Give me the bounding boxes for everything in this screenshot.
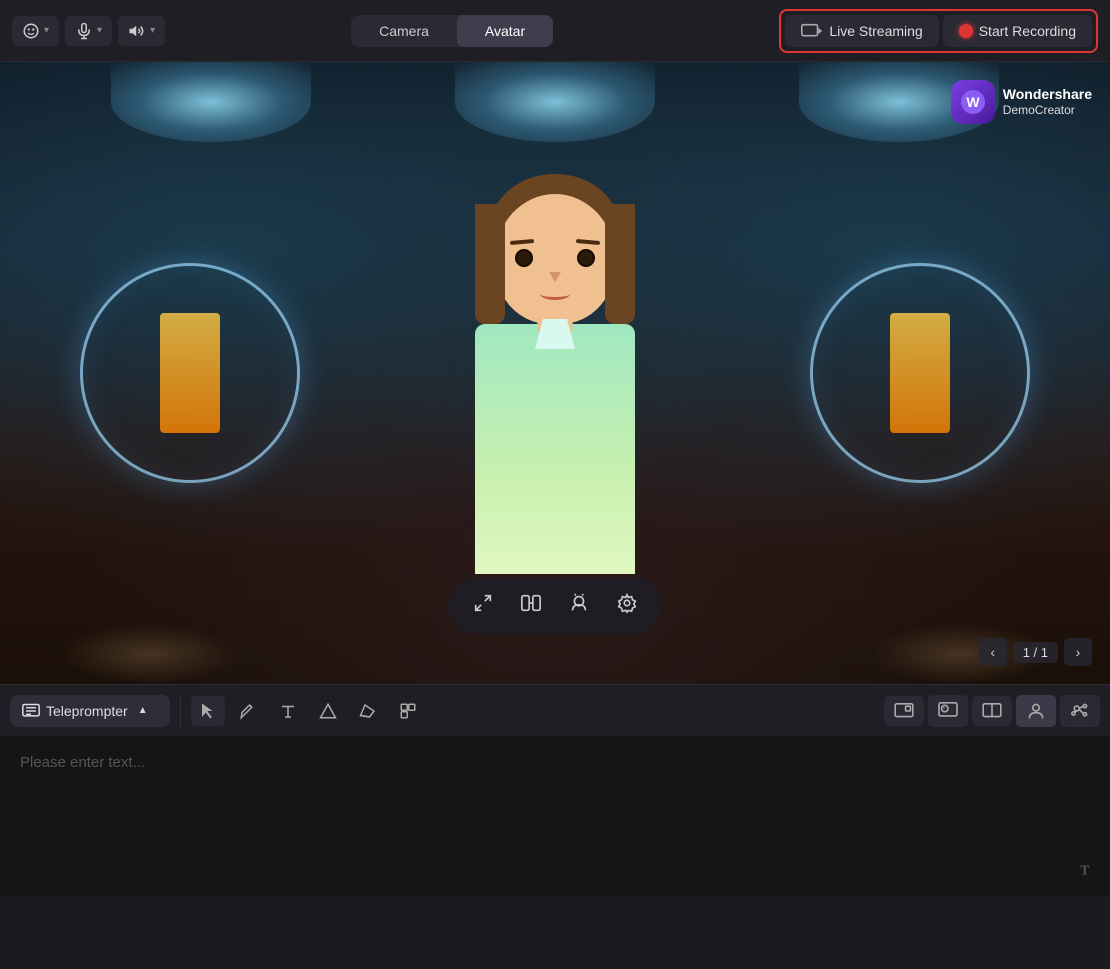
teleprompter-label: Teleprompter [46,703,128,719]
screen-layout-btn[interactable] [884,696,924,726]
avatar-body [475,324,635,574]
orb-left [80,263,300,483]
mic-btn-chevron: ▾ [97,25,102,36]
next-icon: › [1076,644,1081,660]
text-format-btn[interactable]: T [1078,861,1096,884]
avatar-eye-left [515,249,533,267]
top-toolbar: ▾ ▾ ▾ Camera Avatar [0,0,1110,62]
select-tool-btn[interactable] [191,696,225,726]
body-scale-icon [520,592,542,614]
wondershare-svg-icon: W [959,88,987,116]
start-recording-button[interactable]: Start Recording [943,15,1092,47]
text-placeholder: Please enter text... [20,754,1090,771]
window-layout-icon [982,703,1002,719]
avatar-overlay-controls [448,578,662,634]
avatar-face-ctrl-btn[interactable] [564,588,594,624]
page-prev-btn[interactable]: ‹ [979,638,1007,666]
avatar-eyebrow-right [576,239,600,245]
toolbar-left: ▾ ▾ ▾ Camera Avatar [12,15,771,47]
text-tool-icon [279,702,297,720]
page-info: 1 / 1 [1013,642,1058,663]
orb-right [810,263,1030,483]
teleprompter-chevron: ▲ [138,705,148,716]
more-tool-btn[interactable] [391,696,425,726]
people-icon [1026,702,1046,720]
ceiling-light-left [111,62,311,142]
platform-left [60,624,240,684]
body-scale-ctrl-btn[interactable] [516,588,546,624]
start-recording-label: Start Recording [979,23,1076,39]
avatar-face-icon [568,592,590,614]
face-icon [22,22,40,40]
face-overlay-btn[interactable] [928,695,968,727]
teleprompter-icon [22,703,40,719]
toolbar-right-group: Live Streaming Start Recording [779,9,1098,53]
face-btn-chevron: ▾ [44,25,49,36]
mic-icon [75,22,93,40]
video-area: W Wondershare DemoCreator [0,62,1110,684]
eraser-icon [359,702,377,720]
avatar-figure [435,184,675,644]
brand-logo: W Wondershare DemoCreator [951,80,1092,124]
volume-btn[interactable]: ▾ [118,16,165,46]
orb-inner-right [890,313,950,433]
brand-icon: W [951,80,995,124]
right-tools [884,695,1100,727]
people-btn[interactable] [1016,695,1056,727]
pen-tool-btn[interactable] [231,696,265,726]
ceiling-light-center [455,62,655,142]
face-overlay-icon [938,702,958,720]
window-layout-btn[interactable] [972,696,1012,726]
text-format-icon: T [1078,861,1096,879]
shape-tool-btn[interactable] [311,696,345,726]
teleprompter-btn[interactable]: Teleprompter ▲ [10,695,170,727]
share-btn[interactable] [1060,695,1100,727]
avatar-hair-right [605,204,635,324]
live-streaming-label: Live Streaming [829,23,922,39]
settings-icon [616,592,638,614]
face-btn[interactable]: ▾ [12,16,59,46]
text-input-area[interactable]: Please enter text... T [0,736,1110,896]
live-streaming-button[interactable]: Live Streaming [785,15,938,47]
camera-tab[interactable]: Camera [351,15,457,47]
rec-dot-icon [959,24,973,38]
avatar-nose [549,272,561,282]
svg-text:W: W [966,94,980,110]
more-icon [399,702,417,720]
svg-text:T: T [1080,863,1089,878]
avatar-container [395,144,715,644]
live-stream-icon [801,23,823,39]
mic-btn[interactable]: ▾ [65,16,112,46]
bottom-tools-bar: Teleprompter ▲ [0,684,1110,736]
eraser-tool-btn[interactable] [351,696,385,726]
page-next-btn[interactable]: › [1064,638,1092,666]
brand-text: Wondershare DemoCreator [1003,86,1092,117]
toolbar-divider-1 [180,696,181,726]
orb-inner-left [160,313,220,433]
shape-icon [319,702,337,720]
avatar-hair-left [475,204,505,324]
camera-avatar-group: Camera Avatar [351,15,553,47]
screen-layout-icon [894,703,914,719]
volume-icon [128,22,146,40]
avatar-eyebrows [510,240,600,244]
avatar-eye-right [577,249,595,267]
expand-icon [472,592,494,614]
share-icon [1070,702,1090,720]
avatar-eyes [515,249,595,267]
brand-name: Wondershare [1003,86,1092,103]
volume-btn-chevron: ▾ [150,25,155,36]
select-icon [199,702,217,720]
pagination: ‹ 1 / 1 › [979,638,1092,666]
fullscreen-ctrl-btn[interactable] [468,588,498,624]
text-tool-btn[interactable] [271,696,305,726]
pen-icon [239,702,257,720]
avatar-mouth [540,288,570,300]
brand-sub: DemoCreator [1003,103,1092,117]
avatar-eyebrow-left [510,239,534,245]
avatar-tab[interactable]: Avatar [457,15,553,47]
avatar-settings-ctrl-btn[interactable] [612,588,642,624]
prev-icon: ‹ [990,644,995,660]
